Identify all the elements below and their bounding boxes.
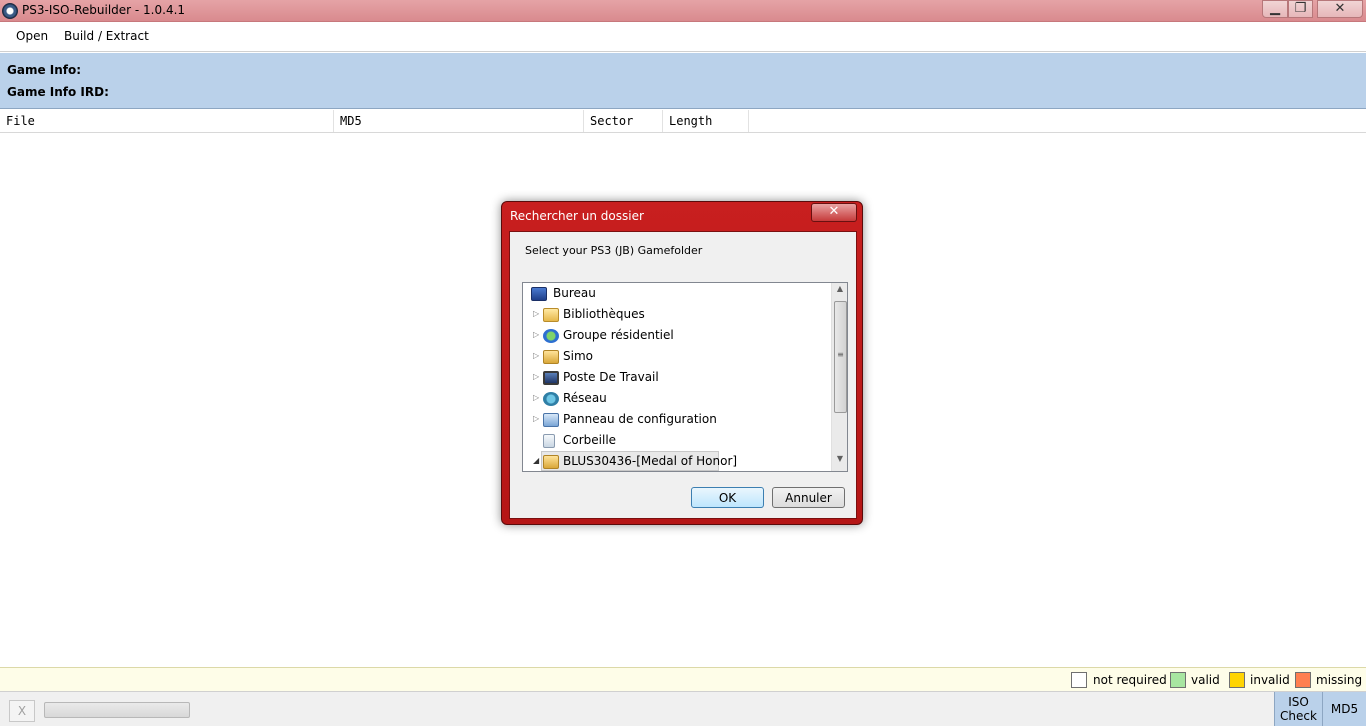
close-button[interactable]: ✕ bbox=[1317, 0, 1363, 18]
expand-arrow-icon[interactable]: ▷ bbox=[533, 393, 541, 402]
tree-label: Groupe résidentiel bbox=[563, 328, 674, 342]
app-icon bbox=[2, 3, 18, 19]
progress-bar bbox=[44, 702, 190, 718]
iso-check-label-line2: Check bbox=[1280, 709, 1317, 723]
libraries-icon bbox=[543, 308, 559, 322]
folder-icon bbox=[543, 455, 559, 469]
game-info-label: Game Info: bbox=[7, 63, 82, 77]
scroll-thumb[interactable]: ≡ bbox=[834, 301, 847, 413]
dialog-body: Select your PS3 (JB) Gamefolder Bureau ▷… bbox=[509, 231, 857, 519]
maximize-button[interactable]: ❐ bbox=[1288, 0, 1313, 18]
legend-swatch-not-required bbox=[1071, 672, 1087, 688]
browse-folder-dialog: Rechercher un dossier ✕ Select your PS3 … bbox=[501, 201, 863, 525]
tree-label: Réseau bbox=[563, 391, 607, 405]
legend-swatch-invalid bbox=[1229, 672, 1245, 688]
window-title: PS3-ISO-Rebuilder - 1.0.4.1 bbox=[22, 3, 186, 17]
folder-tree[interactable]: Bureau ▷ Bibliothèques ▷ Groupe résident… bbox=[522, 282, 848, 472]
expand-arrow-icon[interactable]: ▷ bbox=[533, 351, 541, 360]
column-header-file[interactable]: File bbox=[0, 110, 334, 132]
expand-arrow-icon[interactable]: ▷ bbox=[533, 372, 541, 381]
minimize-button[interactable]: ▁ bbox=[1262, 0, 1288, 18]
md5-button[interactable]: MD5 bbox=[1322, 692, 1366, 726]
tree-label: Poste De Travail bbox=[563, 370, 659, 384]
network-icon bbox=[543, 392, 559, 406]
homegroup-icon bbox=[543, 329, 559, 343]
dialog-prompt: Select your PS3 (JB) Gamefolder bbox=[525, 244, 703, 257]
file-table-header: File MD5 Sector Length bbox=[0, 110, 1366, 133]
control-panel-icon bbox=[543, 413, 559, 427]
game-info-panel: Game Info: Game Info IRD: bbox=[0, 53, 1366, 109]
tree-label: Corbeille bbox=[563, 433, 617, 447]
menu-build-extract[interactable]: Build / Extract bbox=[64, 29, 149, 43]
cancel-operation-button[interactable]: X bbox=[9, 700, 35, 722]
status-legend: not required valid invalid missing bbox=[0, 667, 1366, 692]
ok-button[interactable]: OK bbox=[691, 487, 764, 508]
desktop-icon bbox=[531, 287, 547, 301]
menu-bar: Open Build / Extract bbox=[0, 22, 1366, 52]
tree-scrollbar[interactable]: ▲ ≡ ▼ bbox=[831, 283, 847, 471]
legend-label-missing: missing bbox=[1316, 673, 1363, 687]
expand-arrow-icon[interactable]: ▷ bbox=[533, 414, 541, 423]
tree-label: BLUS30436-[Medal of Honor] bbox=[563, 454, 738, 468]
computer-icon bbox=[543, 371, 559, 385]
expand-arrow-icon[interactable]: ▷ bbox=[533, 330, 541, 339]
legend-label-valid: valid bbox=[1191, 673, 1220, 687]
legend-label-invalid: invalid bbox=[1250, 673, 1290, 687]
iso-check-button[interactable]: ISO Check bbox=[1274, 692, 1322, 726]
collapse-arrow-icon[interactable]: ◢ bbox=[533, 456, 541, 465]
column-header-sector[interactable]: Sector bbox=[584, 110, 663, 132]
legend-swatch-valid bbox=[1170, 672, 1186, 688]
dialog-close-button[interactable]: ✕ bbox=[811, 203, 857, 222]
tree-label: Bibliothèques bbox=[563, 307, 645, 321]
expand-arrow-icon[interactable]: ▷ bbox=[533, 309, 541, 318]
recycle-bin-icon bbox=[543, 434, 555, 448]
title-bar: PS3-ISO-Rebuilder - 1.0.4.1 ▁ ❐ ✕ bbox=[0, 0, 1366, 22]
menu-open[interactable]: Open bbox=[16, 29, 48, 43]
annuler-button[interactable]: Annuler bbox=[772, 487, 845, 508]
legend-label-not-required: not required bbox=[1093, 673, 1167, 687]
column-header-md5[interactable]: MD5 bbox=[334, 110, 584, 132]
legend-swatch-missing bbox=[1295, 672, 1311, 688]
scroll-up-arrow-icon[interactable]: ▲ bbox=[832, 284, 847, 300]
tree-label: Panneau de configuration bbox=[563, 412, 717, 426]
bottom-bar: X ISO Check MD5 bbox=[0, 692, 1366, 726]
dialog-title: Rechercher un dossier bbox=[510, 209, 644, 223]
scroll-down-arrow-icon[interactable]: ▼ bbox=[832, 454, 847, 470]
tree-label: Simo bbox=[563, 349, 593, 363]
iso-check-label-line1: ISO bbox=[1288, 695, 1309, 709]
tree-label: Bureau bbox=[553, 286, 596, 300]
game-info-ird-label: Game Info IRD: bbox=[7, 85, 109, 99]
user-folder-icon bbox=[543, 350, 559, 364]
column-header-length[interactable]: Length bbox=[663, 110, 749, 132]
